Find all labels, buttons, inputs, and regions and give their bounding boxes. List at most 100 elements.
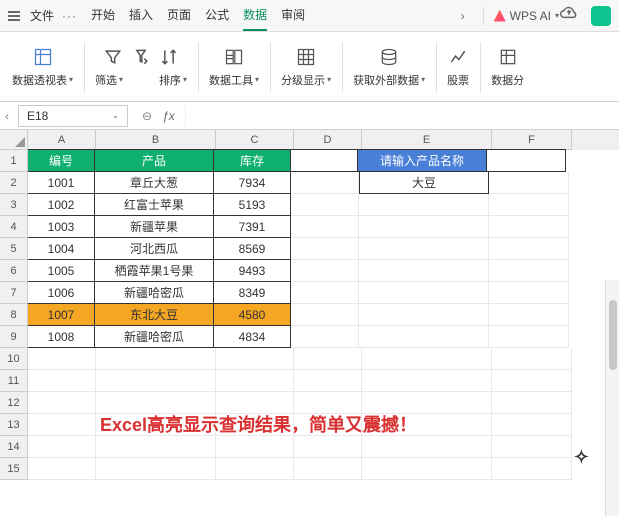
- cell-F12[interactable]: [492, 392, 572, 414]
- chevron-right-icon[interactable]: ›: [461, 9, 465, 23]
- cell-F11[interactable]: [492, 370, 572, 392]
- cell-D6[interactable]: [291, 260, 359, 282]
- cell-A4[interactable]: 1003: [28, 215, 95, 238]
- row-header-12[interactable]: 12: [0, 392, 28, 414]
- cell-B6[interactable]: 栖霞苹果1号果: [94, 259, 214, 282]
- formula-input[interactable]: [185, 105, 619, 127]
- cell-C10[interactable]: [216, 348, 294, 370]
- cell-B14[interactable]: [96, 436, 216, 458]
- cell-E7[interactable]: [359, 282, 489, 304]
- scrollbar-thumb[interactable]: [609, 300, 617, 370]
- row-header-7[interactable]: 7: [0, 282, 28, 304]
- cell-C5[interactable]: 8569: [213, 237, 291, 260]
- cell-E4[interactable]: [359, 216, 489, 238]
- cell-C1[interactable]: 库存: [213, 149, 291, 172]
- cell-B5[interactable]: 河北西瓜: [94, 237, 214, 260]
- cell-E8[interactable]: [359, 304, 489, 326]
- cell-B12[interactable]: [96, 392, 216, 414]
- cell-F14[interactable]: [492, 436, 572, 458]
- name-box[interactable]: E18 ⌄: [18, 105, 128, 127]
- cell-F6[interactable]: [489, 260, 569, 282]
- cell-A15[interactable]: [28, 458, 96, 480]
- row-header-3[interactable]: 3: [0, 194, 28, 216]
- cell-E14[interactable]: [362, 436, 492, 458]
- cell-E6[interactable]: [359, 260, 489, 282]
- cell-B4[interactable]: 新疆苹果: [94, 215, 214, 238]
- cell-D11[interactable]: [294, 370, 362, 392]
- cell-C7[interactable]: 8349: [213, 281, 291, 304]
- cell-C12[interactable]: [216, 392, 294, 414]
- tab-页面[interactable]: 页面: [167, 0, 191, 31]
- cell-B9[interactable]: 新疆哈密瓜: [94, 325, 214, 348]
- cell-A13[interactable]: [28, 414, 96, 436]
- cell-F9[interactable]: [489, 326, 569, 348]
- wps-ai-button[interactable]: WPS AI ▾: [494, 9, 559, 23]
- row-header-9[interactable]: 9: [0, 326, 28, 348]
- share-button[interactable]: [591, 6, 611, 26]
- row-header-4[interactable]: 4: [0, 216, 28, 238]
- cell-E12[interactable]: [362, 392, 492, 414]
- cell-D10[interactable]: [294, 348, 362, 370]
- pivot-table-button[interactable]: 数据透视表▾: [4, 40, 82, 94]
- cell-F5[interactable]: [489, 238, 569, 260]
- external-data-button[interactable]: 获取外部数据▾: [345, 40, 434, 94]
- cancel-icon[interactable]: ⊖: [142, 109, 152, 123]
- row-header-10[interactable]: 10: [0, 348, 28, 370]
- row-header-1[interactable]: 1: [0, 150, 28, 172]
- cell-F13[interactable]: [492, 414, 572, 436]
- cell-C4[interactable]: 7391: [213, 215, 291, 238]
- filter-icon[interactable]: [103, 46, 123, 68]
- cell-D15[interactable]: [294, 458, 362, 480]
- data-tools-button[interactable]: 数据工具▾: [201, 40, 268, 94]
- cell-D1[interactable]: [290, 149, 358, 172]
- tab-审阅[interactable]: 审阅: [281, 0, 305, 31]
- cell-A5[interactable]: 1004: [28, 237, 95, 260]
- cell-D2[interactable]: [291, 172, 359, 194]
- col-header-E[interactable]: E: [362, 130, 492, 150]
- vertical-scrollbar[interactable]: [605, 280, 619, 516]
- cell-D14[interactable]: [294, 436, 362, 458]
- cell-E15[interactable]: [362, 458, 492, 480]
- outline-button[interactable]: 分级显示▾: [273, 40, 340, 94]
- cell-F15[interactable]: [492, 458, 572, 480]
- cell-C9[interactable]: 4834: [213, 325, 291, 348]
- cell-F2[interactable]: [489, 172, 569, 194]
- cell-F8[interactable]: [489, 304, 569, 326]
- cell-D13[interactable]: [294, 414, 362, 436]
- cell-D8[interactable]: [291, 304, 359, 326]
- cell-B2[interactable]: 章丘大葱: [94, 171, 214, 194]
- tab-插入[interactable]: 插入: [129, 0, 153, 31]
- chevron-down-icon[interactable]: ⌄: [112, 111, 119, 120]
- cell-A3[interactable]: 1002: [28, 193, 95, 216]
- fb-chevron-icon[interactable]: ‹: [0, 109, 14, 123]
- cell-C2[interactable]: 7934: [213, 171, 291, 194]
- col-header-C[interactable]: C: [216, 130, 294, 150]
- row-header-8[interactable]: 8: [0, 304, 28, 326]
- data-analysis-button[interactable]: 数据分: [483, 40, 533, 94]
- cell-C3[interactable]: 5193: [213, 193, 291, 216]
- row-header-15[interactable]: 15: [0, 458, 28, 480]
- cell-B8[interactable]: 东北大豆: [94, 303, 214, 326]
- cloud-upload-icon[interactable]: [559, 4, 579, 27]
- row-header-5[interactable]: 5: [0, 238, 28, 260]
- cell-E1[interactable]: 请输入产品名称: [357, 149, 487, 172]
- cell-A7[interactable]: 1006: [28, 281, 95, 304]
- row-header-14[interactable]: 14: [0, 436, 28, 458]
- cell-D3[interactable]: [291, 194, 359, 216]
- cell-B11[interactable]: [96, 370, 216, 392]
- reapply-icon[interactable]: [131, 46, 151, 68]
- cell-F1[interactable]: [486, 149, 566, 172]
- row-header-2[interactable]: 2: [0, 172, 28, 194]
- file-menu[interactable]: 文件: [30, 7, 54, 24]
- cell-F4[interactable]: [489, 216, 569, 238]
- cell-B13[interactable]: Excel高亮显示查询结果，简单又震撼！: [96, 414, 216, 436]
- cell-F7[interactable]: [489, 282, 569, 304]
- col-header-F[interactable]: F: [492, 130, 572, 150]
- cell-C13[interactable]: [216, 414, 294, 436]
- select-all-corner[interactable]: [0, 130, 28, 150]
- cell-A6[interactable]: 1005: [28, 259, 95, 282]
- cell-D9[interactable]: [291, 326, 359, 348]
- sort-icon[interactable]: [159, 46, 179, 68]
- col-header-A[interactable]: A: [28, 130, 96, 150]
- more-icon[interactable]: ···: [62, 9, 77, 23]
